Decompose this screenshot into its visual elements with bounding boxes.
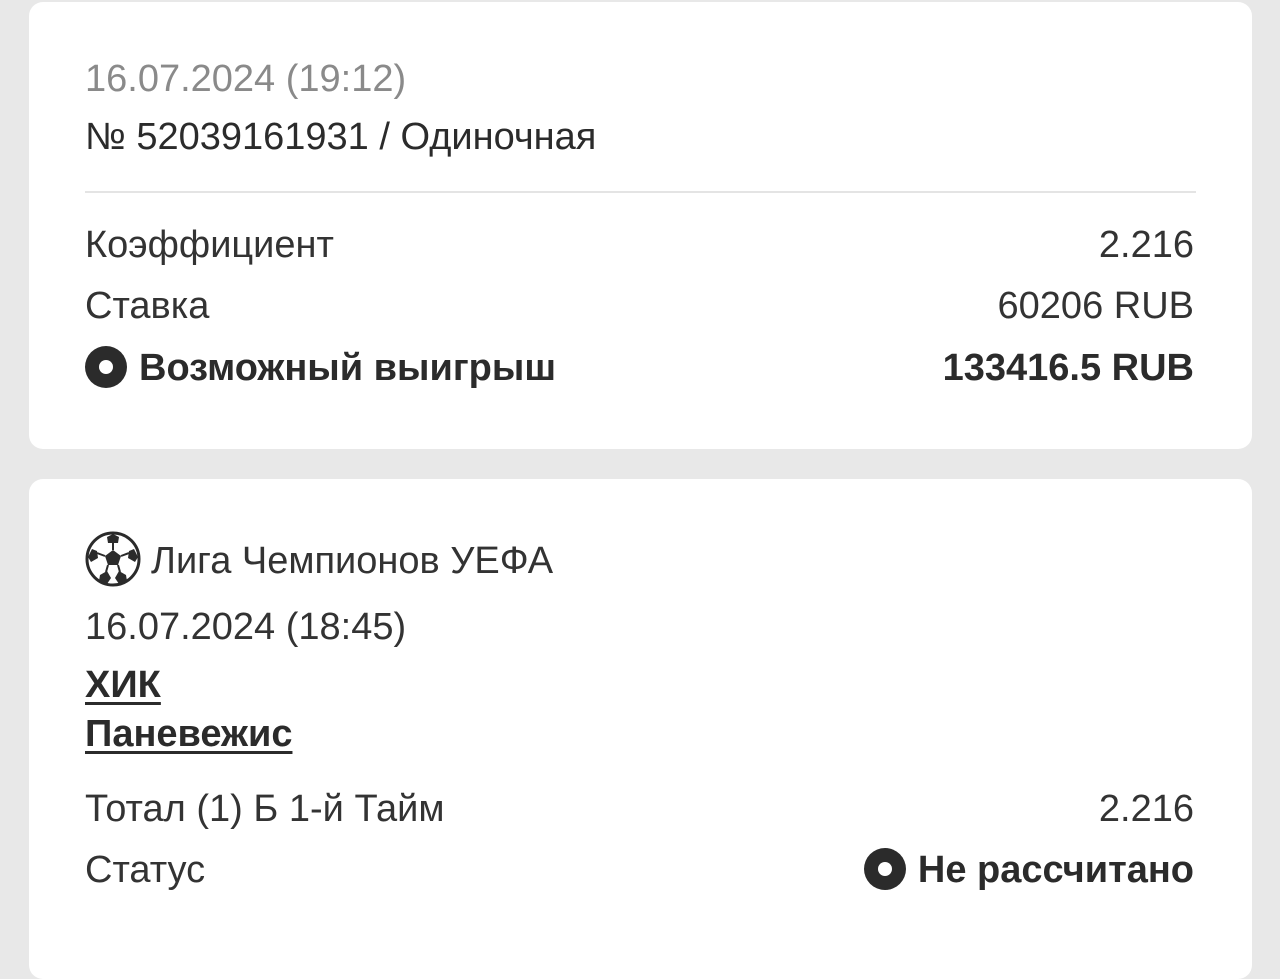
bet-id: № 52039161931 / Одиночная (85, 116, 597, 158)
team-away-link[interactable]: Паневежис (85, 713, 292, 756)
status-value: Не рассчитано (917, 849, 1194, 891)
stake-label: Ставка (85, 285, 210, 327)
market-value: 2.216 (1098, 788, 1194, 830)
event-datetime: 16.07.2024 (18:45) (85, 606, 407, 648)
bet-summary-card: 16.07.2024 (19:12) № 52039161931 / Одино… (29, 2, 1252, 449)
team-home-link[interactable]: ХИК (85, 664, 161, 707)
league-name: Лига Чемпионов УЕФА (151, 540, 554, 583)
status-label: Статус (85, 849, 206, 891)
event-card: Лига Чемпионов УЕФА 16.07.2024 (18:45) Х… (29, 479, 1252, 979)
coefficient-label: Коэффициент (85, 224, 334, 266)
league-row: Лига Чемпионов УЕФА (85, 531, 554, 591)
possible-win-value: 133416.5 RUB (942, 347, 1194, 389)
market-label: Тотал (1) Б 1-й Тайм (85, 788, 445, 830)
bet-datetime: 16.07.2024 (19:12) (85, 58, 407, 100)
possible-win-row: Возможный выигрыш (85, 345, 557, 391)
stake-value: 60206 RUB (997, 285, 1194, 327)
possible-win-label: Возможный выигрыш (139, 347, 557, 389)
status-value-row: Не рассчитано (863, 847, 1194, 893)
coefficient-value: 2.216 (1098, 224, 1194, 266)
radio-dot-icon (863, 847, 906, 890)
soccer-ball-icon (85, 531, 141, 587)
radio-dot-icon (85, 345, 127, 388)
divider (85, 191, 1196, 193)
